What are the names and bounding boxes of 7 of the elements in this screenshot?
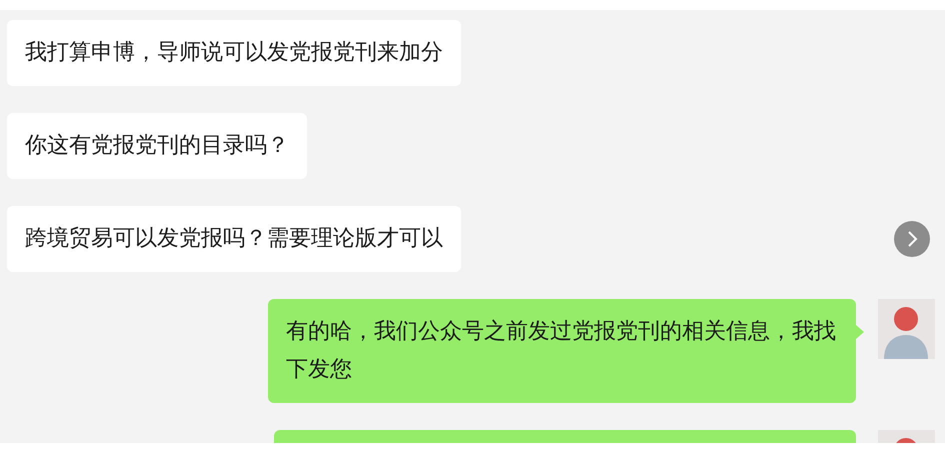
bubble-tail bbox=[856, 325, 864, 339]
avatar[interactable] bbox=[878, 299, 935, 359]
chevron-right-icon[interactable] bbox=[894, 221, 930, 257]
message-bubble: 跨境贸易可以发党报吗？需要理论版才可以 bbox=[7, 206, 461, 272]
message-bubble: 有的哈，我们公众号之前发过党报党刊的相关信息，我找下发您 bbox=[268, 299, 856, 403]
message-bubble: 你这有党报党刊的目录吗？ bbox=[7, 113, 307, 179]
message-bubble: 我打算申博，导师说可以发党报党刊来加分 bbox=[7, 20, 461, 86]
